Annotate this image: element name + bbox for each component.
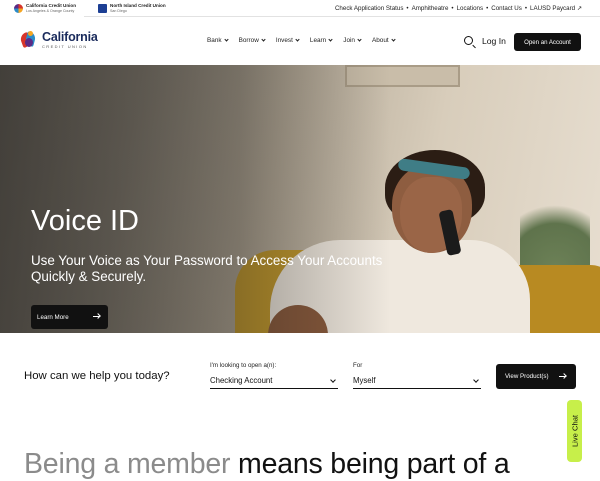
separator: • [406, 4, 409, 12]
brand-tab-north-island[interactable]: North Island Credit Union San Diego [84, 0, 174, 17]
nav-label: About [371, 37, 389, 44]
link-check-application-status[interactable]: Check Application Status [335, 5, 403, 12]
brand-name: California Credit Union [26, 2, 77, 8]
chevron-down-icon [328, 37, 333, 42]
link-locations[interactable]: Locations [457, 5, 484, 12]
nav-bank[interactable]: Bank [207, 37, 229, 44]
hero-banner: Voice ID Use Your Voice as Your Password… [0, 65, 600, 333]
chevron-down-icon [295, 37, 300, 42]
tagline-bold: means being part of a [238, 448, 510, 480]
brand-region: San Diego [110, 8, 127, 13]
hero-title: Voice ID [31, 205, 139, 237]
nav-invest[interactable]: Invest [275, 37, 300, 44]
chevron-down-icon [473, 377, 479, 383]
nav-borrow[interactable]: Borrow [238, 37, 266, 44]
nav-label: Learn [309, 37, 327, 44]
separator: • [524, 4, 528, 12]
utility-bar: California Credit Union Los Angeles & Or… [0, 0, 600, 17]
utility-links: Check Application Status • Amphitheatre … [335, 5, 582, 12]
arrow-right-icon [93, 316, 100, 317]
chevron-down-icon [357, 37, 362, 42]
button-label: Learn More [37, 313, 69, 321]
california-logo-icon [14, 3, 23, 13]
for-select[interactable]: Myself [353, 375, 481, 389]
main-header: California CREDIT UNION Bank Borrow Inve… [0, 17, 600, 65]
nav-learn[interactable]: Learn [309, 37, 333, 44]
nav-label: Join [343, 37, 355, 44]
link-lausd-paycard[interactable]: LAUSD Paycard ↗ [530, 5, 582, 12]
nav-label: Bank [207, 37, 222, 44]
logo-subtext: CREDIT UNION [42, 43, 88, 49]
for-label: For [353, 362, 363, 369]
link-contact-us[interactable]: Contact Us [491, 5, 522, 12]
logo-mark-icon [18, 30, 39, 50]
account-type-select[interactable]: Checking Account [210, 375, 338, 389]
select-value: Checking Account [210, 376, 273, 385]
tagline-muted: Being a member [24, 448, 239, 480]
nav-join[interactable]: Join [343, 37, 362, 44]
hero-subtitle: Use Your Voice as Your Password to Acces… [31, 253, 383, 284]
nav-about[interactable]: About [371, 37, 396, 44]
button-label: View Product(s) [505, 373, 549, 380]
arrow-right-icon [559, 376, 566, 377]
chevron-down-icon [391, 37, 396, 42]
open-account-button[interactable]: Open an Account [514, 33, 581, 51]
chevron-down-icon [261, 37, 266, 42]
open-type-label: I'm looking to open a(n): [210, 362, 277, 369]
product-finder: How can we help you today? I'm looking t… [0, 333, 600, 418]
nav-label: Borrow [238, 37, 259, 44]
brand-tab-california[interactable]: California Credit Union Los Angeles & Or… [0, 0, 85, 17]
view-products-button[interactable]: View Product(s) [496, 364, 576, 389]
site-logo[interactable]: California CREDIT UNION [18, 30, 98, 50]
link-amphitheatre[interactable]: Amphitheatre [412, 5, 449, 12]
chevron-down-icon [223, 37, 229, 42]
live-chat-tab[interactable]: Live Chat [567, 400, 582, 462]
separator: • [451, 4, 454, 12]
brand-region: Los Angeles & Orange County [26, 8, 75, 13]
nav-label: Invest [275, 37, 293, 44]
learn-more-button[interactable]: Learn More [31, 305, 108, 329]
live-chat-label: Live Chat [570, 414, 580, 448]
login-link[interactable]: Log In [482, 36, 506, 46]
search-icon[interactable] [464, 36, 473, 45]
brand-name: North Island Credit Union [110, 2, 166, 8]
select-value: Myself [353, 376, 376, 385]
separator: • [486, 4, 489, 12]
chevron-down-icon [330, 377, 336, 383]
help-question: How can we help you today? [24, 370, 170, 382]
main-nav: Bank Borrow Invest Learn Join About [207, 37, 396, 44]
member-tagline: Being a member means being part of a [24, 448, 510, 481]
north-island-logo-icon [98, 3, 108, 13]
logo-wordmark: California [42, 30, 98, 45]
